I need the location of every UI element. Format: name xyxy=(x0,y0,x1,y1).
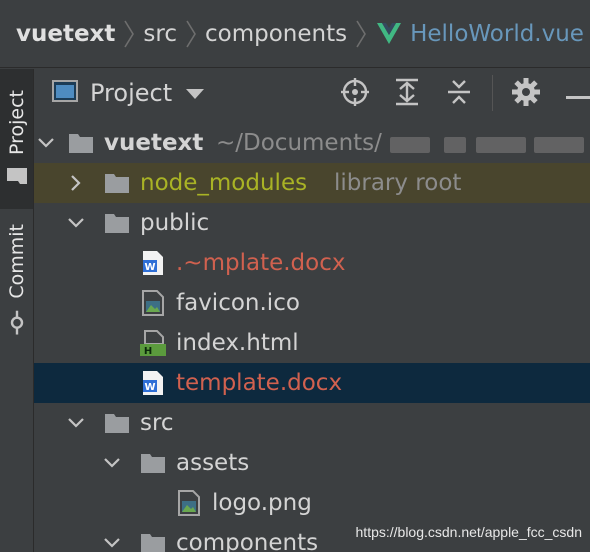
redacted-path xyxy=(390,137,430,153)
svg-text:W: W xyxy=(144,262,155,273)
chevron-down-icon[interactable] xyxy=(67,214,85,232)
tree-item-name: node_modules xyxy=(140,170,308,196)
expand-all-icon xyxy=(394,78,420,110)
chevron-right-icon xyxy=(185,18,197,50)
project-tool-button[interactable]: Project xyxy=(0,69,33,209)
redacted-path xyxy=(534,137,584,153)
collapse-all-button[interactable] xyxy=(444,79,474,109)
gear-icon xyxy=(512,78,540,110)
tree-row-src[interactable]: src xyxy=(34,403,590,443)
tree-row-temp-docx[interactable]: W .~mplate.docx xyxy=(34,243,590,283)
tree-item-name: index.html xyxy=(176,330,299,356)
tree-row-index-html[interactable]: H index.html xyxy=(34,323,590,363)
library-root-hint: library root xyxy=(334,170,462,196)
svg-text:W: W xyxy=(144,382,155,393)
tree-item-name: logo.png xyxy=(212,490,312,516)
breadcrumb-item-file[interactable]: HelloWorld.vue xyxy=(410,21,584,47)
tree-row-assets[interactable]: assets xyxy=(34,443,590,483)
breadcrumb: vuetext src components HelloWorld.vue xyxy=(0,0,590,68)
tree-row-root[interactable]: vuetext ~/Documents/ xyxy=(34,123,590,163)
word-file-icon: W xyxy=(140,371,166,395)
vue-logo-icon xyxy=(377,22,402,45)
chevron-down-icon[interactable] xyxy=(37,134,55,152)
commit-icon xyxy=(6,310,28,335)
folder-icon xyxy=(104,171,130,195)
folder-icon xyxy=(6,168,28,188)
image-file-icon xyxy=(140,290,166,316)
tree-root-path: ~/Documents/ xyxy=(216,130,382,156)
tree-item-name: components xyxy=(176,530,319,552)
project-tree: vuetext ~/Documents/ node_modules librar… xyxy=(34,123,590,552)
tool-window-strip: Project Commit xyxy=(0,69,34,552)
tree-row-node-modules[interactable]: node_modules library root xyxy=(34,163,590,203)
breadcrumb-item-project[interactable]: vuetext xyxy=(16,21,115,47)
expand-all-button[interactable] xyxy=(392,78,422,110)
locate-icon xyxy=(341,78,369,110)
chevron-right-icon xyxy=(355,18,367,50)
tree-row-favicon[interactable]: favicon.ico xyxy=(34,283,590,323)
project-tool-label: Project xyxy=(5,90,28,156)
settings-button[interactable] xyxy=(511,78,541,110)
collapse-all-icon xyxy=(446,78,472,110)
chevron-down-icon[interactable] xyxy=(103,454,121,472)
watermark: https://blog.csdn.net/apple_fcc_csdn xyxy=(355,524,582,540)
commit-tool-button[interactable]: Commit xyxy=(0,219,33,339)
tree-item-name: .~mplate.docx xyxy=(176,250,346,276)
hide-panel-button[interactable] xyxy=(562,79,590,109)
project-view-icon xyxy=(52,79,78,107)
chevron-down-icon[interactable] xyxy=(103,534,121,552)
tree-row-logo-png[interactable]: logo.png xyxy=(34,483,590,523)
image-file-icon xyxy=(176,490,202,516)
redacted-path xyxy=(444,137,466,153)
tree-item-name: template.docx xyxy=(176,370,343,396)
tree-item-name: src xyxy=(140,410,174,436)
folder-icon xyxy=(104,411,130,435)
html-file-icon: H xyxy=(140,330,166,356)
chevron-right-icon xyxy=(123,18,135,50)
project-panel-title: Project xyxy=(90,79,173,107)
tree-root-name: vuetext xyxy=(104,130,204,156)
project-panel-header: Project xyxy=(34,69,590,117)
tree-item-name: public xyxy=(140,210,210,236)
commit-tool-label: Commit xyxy=(5,223,28,299)
word-file-icon: W xyxy=(140,251,166,275)
tree-row-template-docx[interactable]: W template.docx xyxy=(34,363,590,403)
folder-icon xyxy=(140,451,166,475)
hide-icon xyxy=(562,85,590,104)
toolbar-divider xyxy=(492,75,493,111)
locate-button[interactable] xyxy=(340,78,370,110)
chevron-down-icon xyxy=(186,84,205,103)
tree-row-public[interactable]: public xyxy=(34,203,590,243)
chevron-right-icon[interactable] xyxy=(67,174,85,192)
tree-item-name: favicon.ico xyxy=(176,290,300,316)
chevron-down-icon[interactable] xyxy=(67,414,85,432)
folder-icon xyxy=(68,131,94,155)
tree-item-name: assets xyxy=(176,450,250,476)
redacted-path xyxy=(476,137,526,153)
svg-text:H: H xyxy=(144,346,152,356)
breadcrumb-item-src[interactable]: src xyxy=(143,21,177,47)
folder-icon xyxy=(104,211,130,235)
project-view-selector[interactable]: Project xyxy=(52,79,205,107)
breadcrumb-item-components[interactable]: components xyxy=(205,21,347,47)
folder-icon xyxy=(140,531,166,552)
